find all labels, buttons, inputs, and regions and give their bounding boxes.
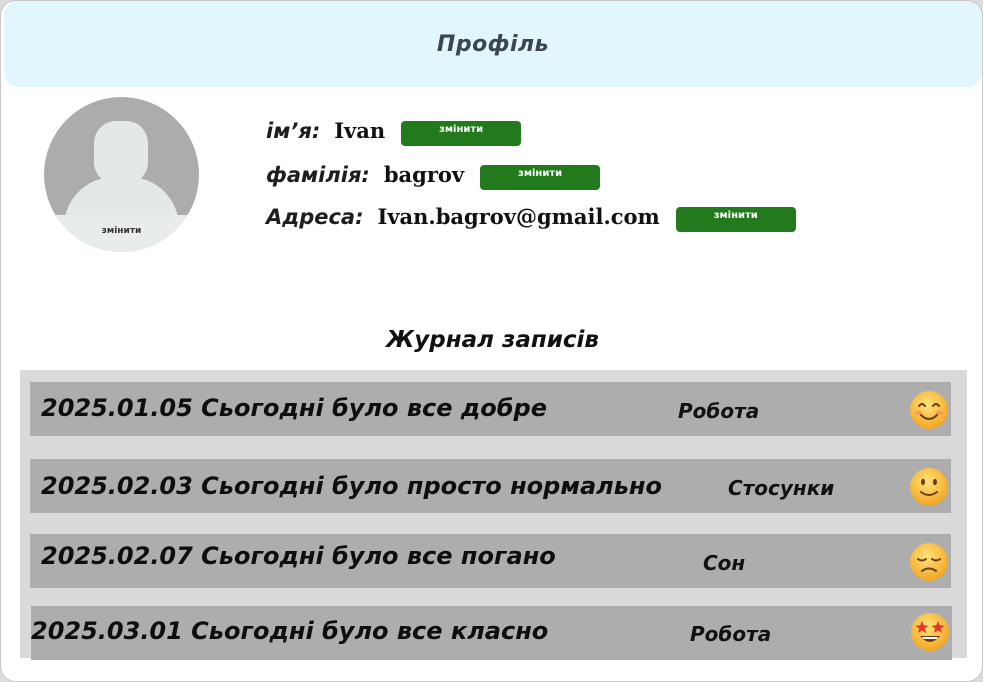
avatar-change-area[interactable]: змінити bbox=[44, 215, 199, 252]
star-struck-face-icon bbox=[911, 613, 949, 651]
edit-last-name-button[interactable]: змінити bbox=[480, 165, 601, 190]
first-name-value: Ivan bbox=[334, 118, 386, 143]
journal-entry[interactable]: 2025.02.03 Сьогодні було просто нормальн… bbox=[30, 459, 951, 513]
page-title: Профіль bbox=[436, 31, 550, 57]
field-row-first-name: ім’я: Ivan змінити bbox=[266, 115, 522, 146]
entry-category: Сон bbox=[703, 551, 746, 575]
entry-category: Стосунки bbox=[728, 476, 835, 500]
smiling-face-icon bbox=[910, 391, 948, 429]
entry-text: 2025.02.07 Сьогодні було все погано bbox=[41, 542, 556, 570]
entry-category: Робота bbox=[690, 622, 772, 646]
last-name-label: фамілія: bbox=[266, 162, 370, 187]
avatar[interactable]: змінити bbox=[44, 97, 199, 252]
header-bar: Профіль bbox=[4, 1, 982, 87]
journal-entry[interactable]: 2025.03.01 Сьогодні було все класно Робо… bbox=[31, 606, 952, 660]
edit-first-name-button[interactable]: змінити bbox=[401, 121, 522, 146]
journal-entry[interactable]: 2025.01.05 Сьогодні було все добре Робот… bbox=[30, 382, 951, 436]
avatar-change-label: змінити bbox=[101, 225, 142, 236]
first-name-label: ім’я: bbox=[266, 118, 321, 143]
journal-entry[interactable]: 2025.02.07 Сьогодні було все погано Сон bbox=[30, 534, 951, 588]
entry-text: 2025.01.05 Сьогодні було все добре bbox=[41, 394, 547, 422]
field-row-last-name: фамілія: bagrov змінити bbox=[266, 159, 601, 190]
entry-category: Робота bbox=[678, 399, 760, 423]
disappointed-face-icon bbox=[910, 543, 948, 581]
edit-address-button[interactable]: змінити bbox=[675, 207, 796, 232]
slightly-smiling-face-icon bbox=[910, 468, 948, 506]
entry-text: 2025.03.01 Сьогодні було все класно bbox=[31, 617, 549, 645]
field-row-address: Адреса: Ivan.bagrov@gmail.com змінити bbox=[266, 201, 796, 232]
user-silhouette-icon bbox=[94, 121, 148, 183]
journal-title: Журнал записів bbox=[386, 327, 599, 353]
address-value: Ivan.bagrov@gmail.com bbox=[377, 204, 660, 229]
address-label: Адреса: bbox=[266, 204, 364, 229]
profile-card: Профіль змінити ім’я: Ivan змінити фаміл… bbox=[0, 0, 983, 682]
last-name-value: bagrov bbox=[383, 162, 465, 187]
journal-list: 2025.01.05 Сьогодні було все добре Робот… bbox=[20, 370, 967, 660]
entry-text: 2025.02.03 Сьогодні було просто нормальн… bbox=[41, 472, 662, 500]
